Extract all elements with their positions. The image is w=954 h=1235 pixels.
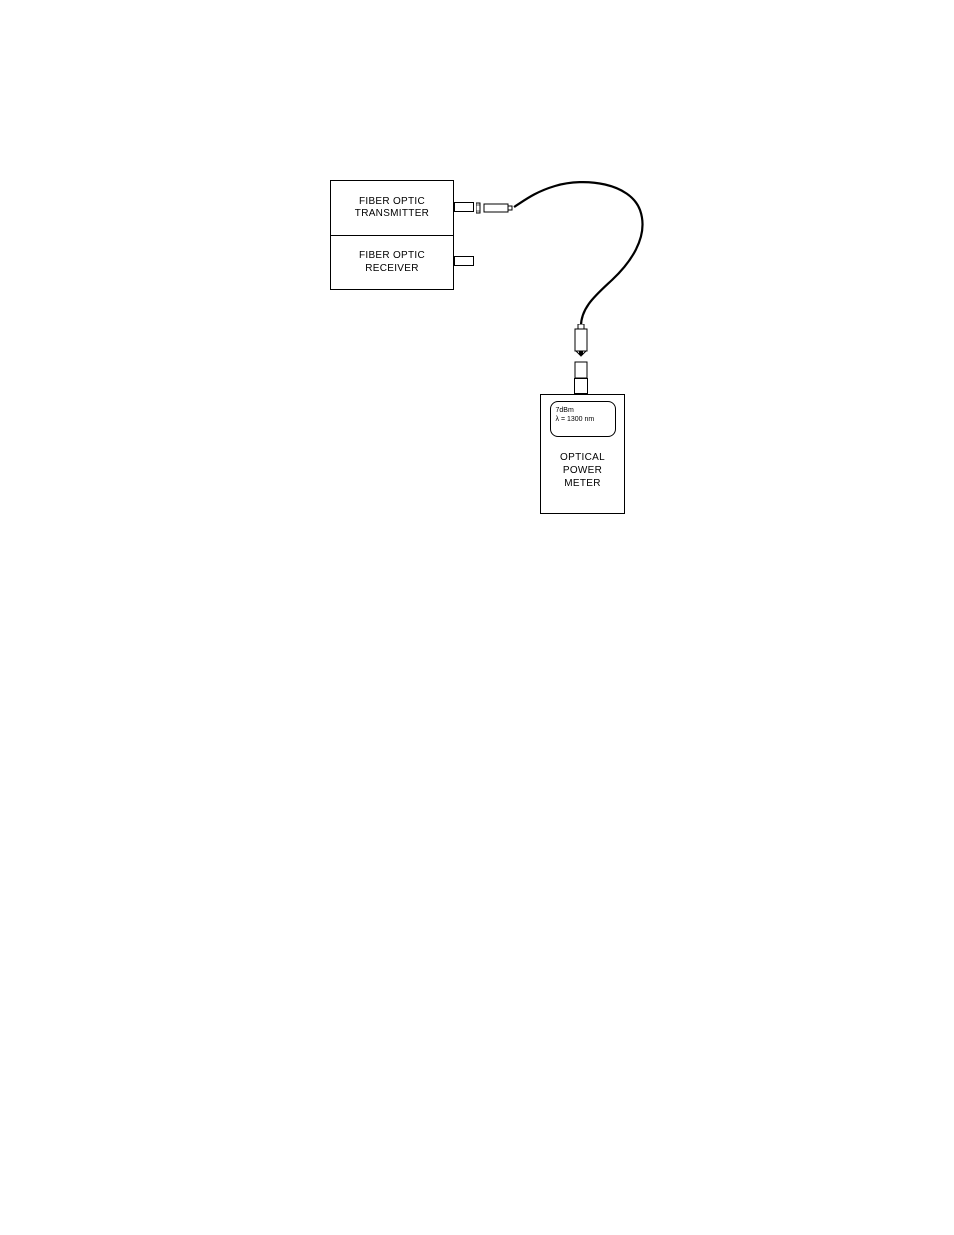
- fiber-optic-receiver-cell: FIBER OPTIC RECEIVER: [331, 235, 453, 289]
- connector-adapter-icon: [476, 202, 516, 214]
- transmitter-label-1: FIBER OPTIC: [359, 196, 425, 209]
- receiver-label-2: RECEIVER: [365, 263, 419, 276]
- meter-reading-power: 7dBm: [556, 406, 610, 415]
- optical-power-meter: 7dBm λ = 1300 nm OPTICAL POWER METER: [540, 394, 625, 514]
- meter-screen: 7dBm λ = 1300 nm: [550, 401, 616, 437]
- transmitter-label-2: TRANSMITTER: [355, 208, 429, 221]
- fiber-optic-diagram: FIBER OPTIC TRANSMITTER FIBER OPTIC RECE…: [330, 180, 650, 530]
- transceiver-box: FIBER OPTIC TRANSMITTER FIBER OPTIC RECE…: [330, 180, 454, 290]
- transmitter-port: [454, 202, 474, 212]
- fiber-optic-transmitter-cell: FIBER OPTIC TRANSMITTER: [331, 181, 453, 235]
- meter-input-port: [574, 378, 588, 394]
- meter-label: OPTICAL POWER METER: [560, 451, 605, 490]
- receiver-label-1: FIBER OPTIC: [359, 250, 425, 263]
- receiver-port: [454, 256, 474, 266]
- meter-label-2: POWER: [560, 464, 605, 477]
- meter-label-3: METER: [560, 477, 605, 490]
- meter-reading-wavelength: λ = 1300 nm: [556, 415, 610, 424]
- meter-label-1: OPTICAL: [560, 451, 605, 464]
- connector-vertical-icon: [574, 324, 590, 380]
